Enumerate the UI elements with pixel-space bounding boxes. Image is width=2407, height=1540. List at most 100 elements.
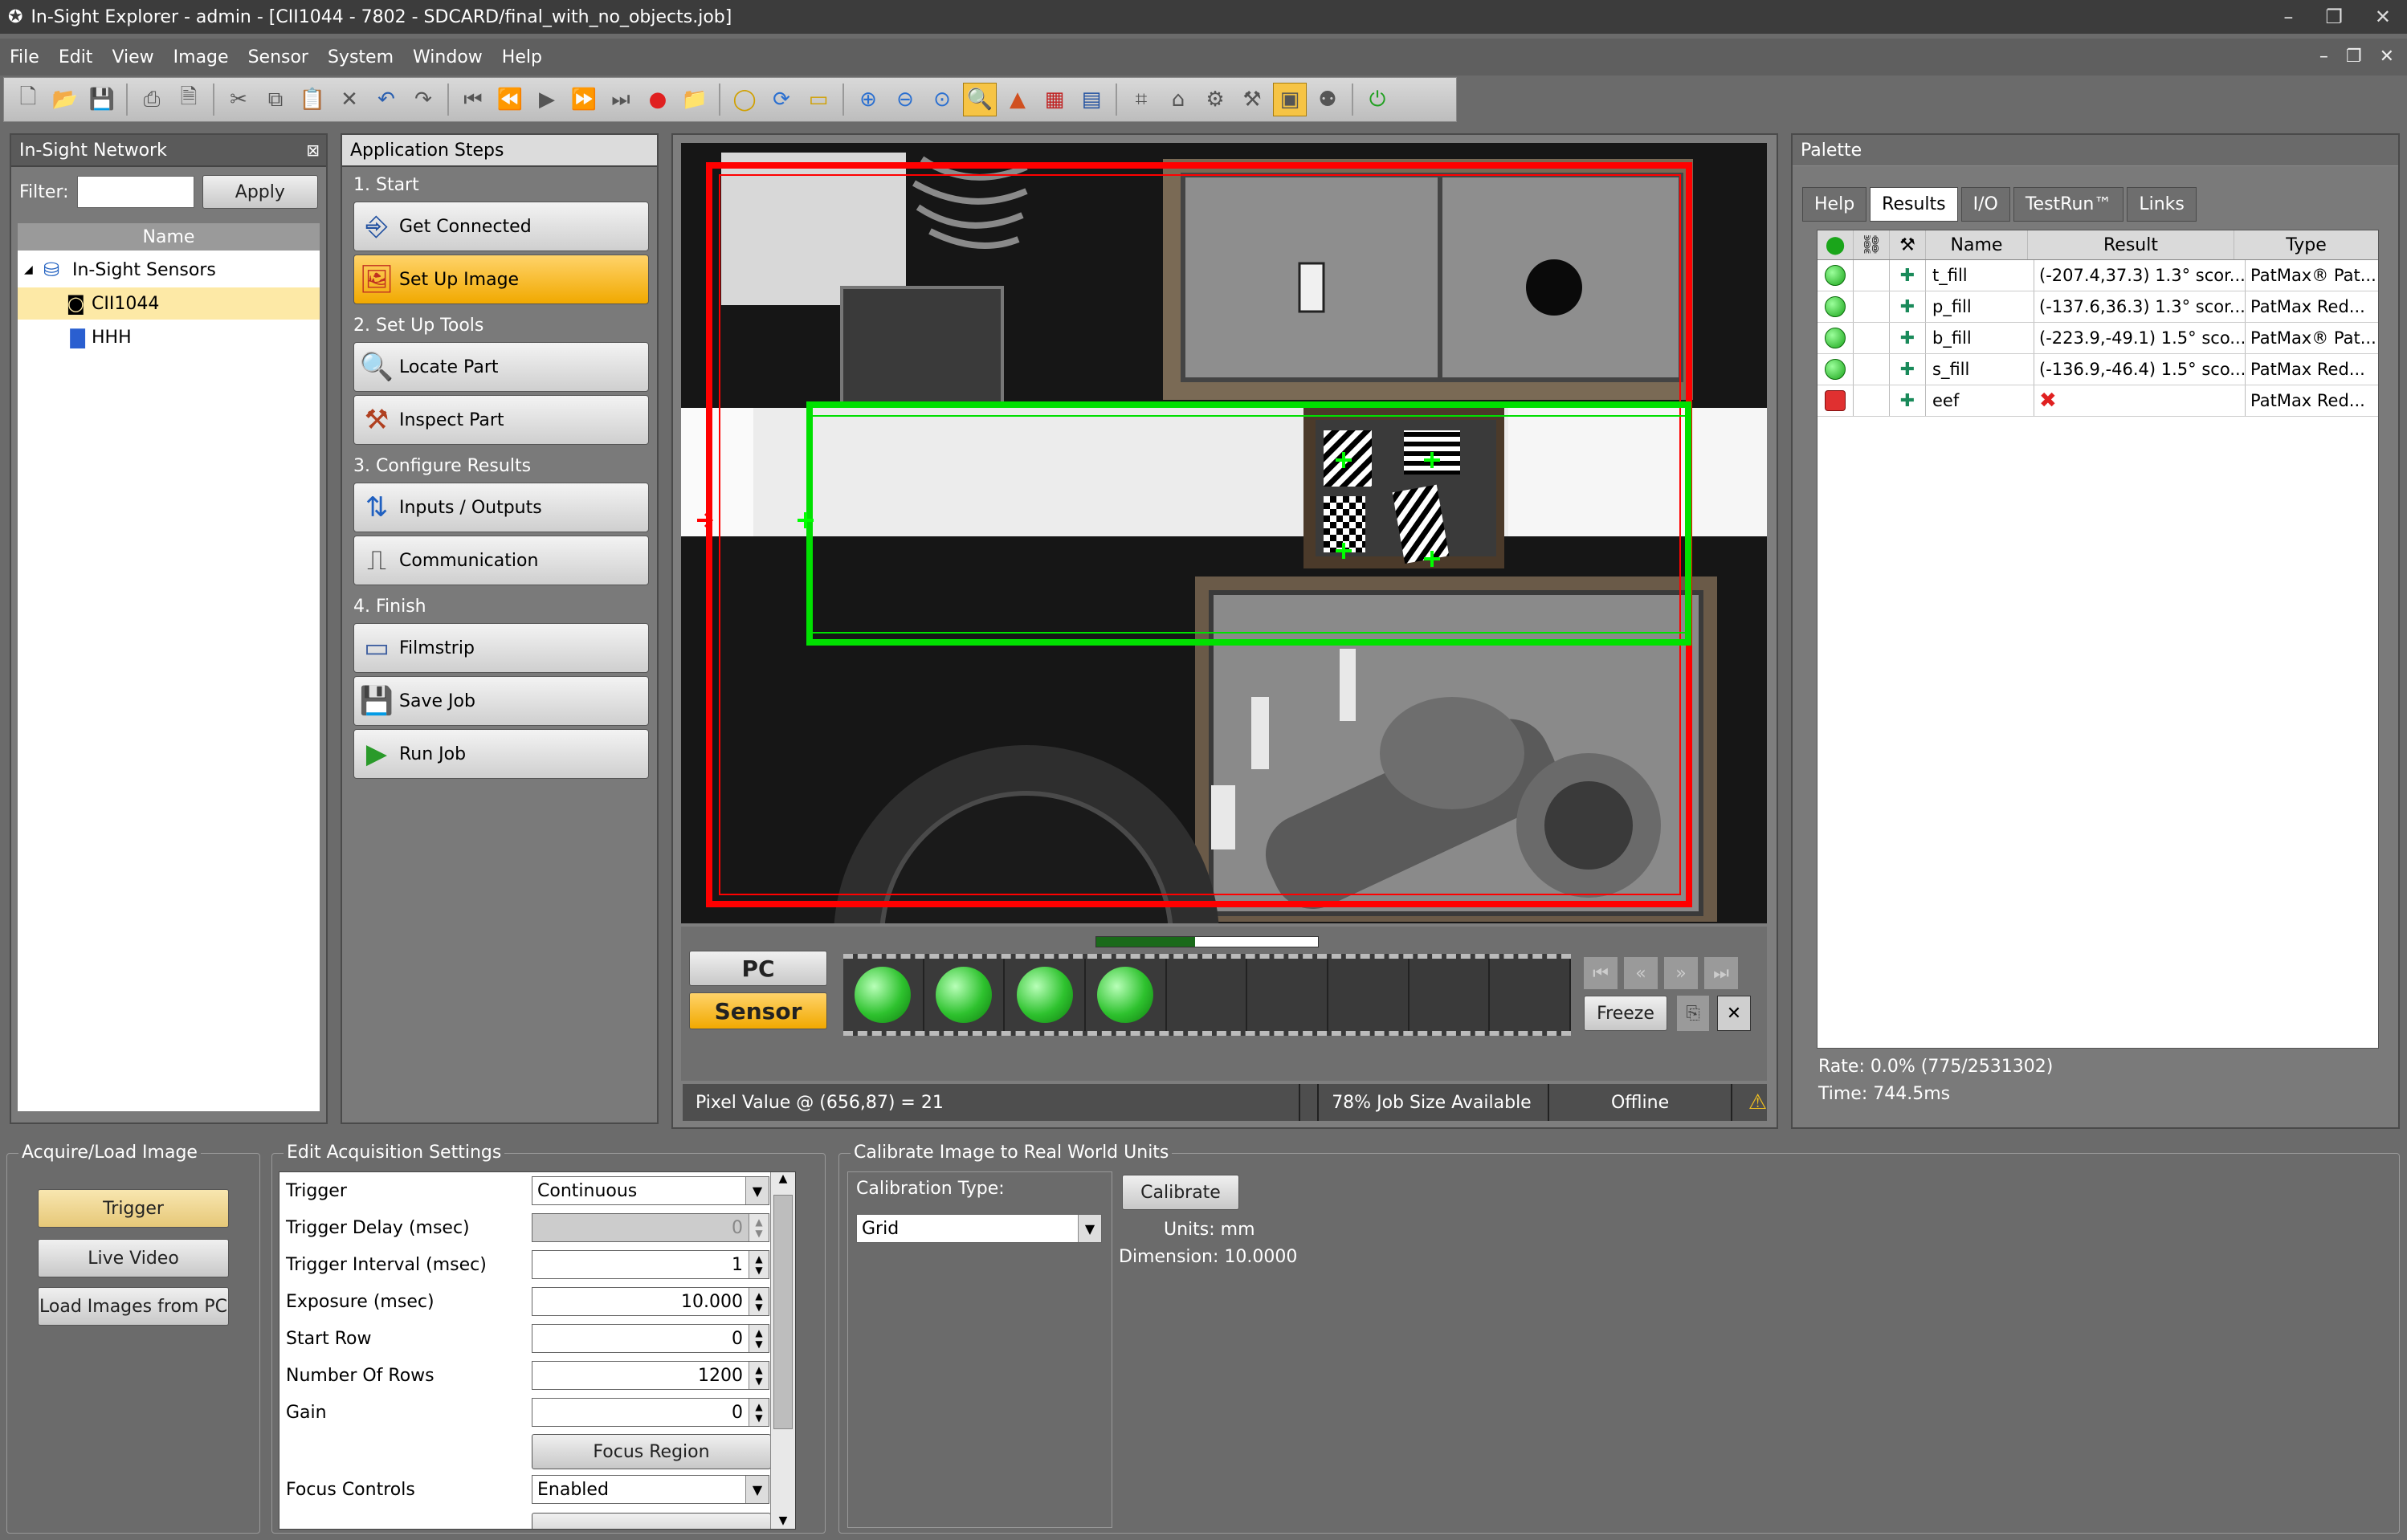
load-images-button[interactable]: Load Images from PC <box>38 1287 229 1326</box>
image-icon[interactable]: ▦ <box>1038 84 1071 116</box>
trigger-icon[interactable]: ◯ <box>728 84 761 116</box>
sensor-icon[interactable]: ⌂ <box>1162 84 1194 116</box>
tool-col-icon[interactable]: ⚒ <box>1890 230 1926 259</box>
mdi-close-icon[interactable]: ✕ <box>2380 47 2394 67</box>
online-icon[interactable]: ⏻ <box>1361 84 1393 116</box>
copy-icon[interactable]: ⧉ <box>259 84 292 116</box>
new-file-icon[interactable]: 🗋 <box>12 84 44 116</box>
filmstrip-frame[interactable] <box>1328 959 1410 1031</box>
autofocus-button[interactable] <box>532 1513 771 1529</box>
zoom-in-icon[interactable]: ⊕ <box>852 84 884 116</box>
film-next-icon[interactable]: » <box>1664 957 1698 989</box>
filmstrip-frame[interactable] <box>1247 959 1329 1031</box>
col-name[interactable]: Name <box>1926 230 2028 259</box>
focus-controls-select[interactable]: Enabled ▼ <box>532 1475 769 1504</box>
step-set-up-image[interactable]: 🖼 Set Up Image <box>353 255 649 304</box>
grid-icon[interactable]: ⌗ <box>1125 84 1157 116</box>
camera-icon[interactable]: ▭ <box>802 84 834 116</box>
step-inspect-part[interactable]: ⚒ Inspect Part <box>353 395 649 445</box>
tab-help[interactable]: Help <box>1802 187 1867 222</box>
minimize-icon[interactable]: – <box>2283 6 2293 28</box>
tree-root[interactable]: ◢ ⛁ In-Sight Sensors <box>18 254 320 286</box>
sensor-button[interactable]: Sensor <box>689 992 827 1029</box>
panel-close-icon[interactable]: ⊠ <box>306 141 320 160</box>
tab-io[interactable]: I/O <box>1960 187 2010 222</box>
results-row[interactable]: ✚ p_fill (-137.6,36.3) 1.3° scor... PatMax … <box>1817 291 2378 323</box>
tab-testrun[interactable]: TestRun™ <box>2013 187 2124 222</box>
dropdown-arrow-icon[interactable]: ▼ <box>745 1476 769 1503</box>
menu-file[interactable]: File <box>0 47 49 67</box>
dropdown-arrow-icon[interactable]: ▼ <box>745 1177 769 1204</box>
emulator-icon[interactable]: ⚉ <box>1312 84 1344 116</box>
mdi-minimize-icon[interactable]: – <box>2319 47 2328 67</box>
filmstrip-frame[interactable] <box>1410 959 1491 1031</box>
menu-image[interactable]: Image <box>164 47 239 67</box>
film-first-icon[interactable]: ⏮ <box>1584 957 1618 989</box>
gain-field[interactable]: 0 ▲ ▼ <box>532 1398 769 1427</box>
film-last-icon[interactable]: ⏭ <box>1704 957 1738 989</box>
filmstrip-frame[interactable] <box>924 959 1006 1031</box>
warning-icon[interactable]: ⚠ <box>1732 1090 1767 1114</box>
results-row[interactable]: ✚ t_fill (-207.4,37.3) 1.3° scor... PatMax®… <box>1817 260 2378 291</box>
menu-sensor[interactable]: Sensor <box>239 47 318 67</box>
spinner-icon[interactable]: ▲ ▼ <box>749 1362 769 1389</box>
play-icon[interactable]: ▶ <box>531 84 563 116</box>
calibration-type-select[interactable]: Grid ▼ <box>856 1214 1102 1243</box>
spinner-icon[interactable]: ▲ ▼ <box>749 1288 769 1315</box>
step-locate-part[interactable]: 🔍 Locate Part <box>353 342 649 392</box>
step-get-connected[interactable]: ⎆ Get Connected <box>353 202 649 251</box>
property-scrollbar[interactable]: ▲ ▼ <box>770 1172 795 1529</box>
spinner-icon[interactable]: ▲ ▼ <box>749 1325 769 1352</box>
filmstrip-frame[interactable] <box>1086 959 1167 1031</box>
live-icon[interactable]: ⟳ <box>765 84 798 116</box>
menu-edit[interactable]: Edit <box>49 47 103 67</box>
live-video-button[interactable]: Live Video <box>38 1239 229 1277</box>
menu-window[interactable]: Window <box>403 47 492 67</box>
calibrate-button[interactable]: Calibrate <box>1122 1175 1239 1210</box>
tools-icon[interactable]: ⚒ <box>1236 84 1268 116</box>
undo-icon[interactable]: ↶ <box>370 84 402 116</box>
dropdown-arrow-icon[interactable]: ▼ <box>1078 1215 1101 1242</box>
trigger-interval-field[interactable]: 1 ▲ ▼ <box>532 1250 769 1279</box>
step-save-job[interactable]: 💾 Save Job <box>353 676 649 726</box>
focus-region-button[interactable]: Focus Region <box>532 1434 771 1469</box>
filter-input[interactable] <box>76 176 194 208</box>
link-col-icon[interactable]: ⛓ <box>1854 230 1890 259</box>
film-prev-icon[interactable]: « <box>1624 957 1658 989</box>
record-icon[interactable]: ● <box>642 84 674 116</box>
save-icon[interactable]: 💾 <box>86 84 118 116</box>
tab-links[interactable]: Links <box>2127 187 2197 222</box>
open-folder-icon[interactable]: 📂 <box>49 84 81 116</box>
filmstrip-frame[interactable] <box>1167 959 1248 1031</box>
custom-view-icon[interactable]: ▣ <box>1273 83 1307 116</box>
results-row[interactable]: ✚ s_fill (-136.9,-46.4) 1.5° sco... PatMax … <box>1817 354 2378 385</box>
results-row[interactable]: ✚ b_fill (-223.9,-49.1) 1.5° sco... PatMax®… <box>1817 323 2378 354</box>
delete-icon[interactable]: ✕ <box>333 84 365 116</box>
overlay-icon[interactable]: ▲ <box>1002 84 1034 116</box>
tree-item-hhh[interactable]: ▇ HHH <box>18 321 320 353</box>
spinner-icon[interactable]: ▲ ▼ <box>749 1251 769 1278</box>
film-settings-icon[interactable]: ⎘ <box>1677 996 1709 1031</box>
restore-icon[interactable]: ❐ <box>2325 6 2343 28</box>
zoom-fill-icon[interactable]: 🔍 <box>963 83 997 116</box>
zoom-out-icon[interactable]: ⊖ <box>889 84 921 116</box>
freeze-button[interactable]: Freeze <box>1584 996 1667 1031</box>
redo-icon[interactable]: ↷ <box>407 84 439 116</box>
paste-icon[interactable]: 📋 <box>296 84 328 116</box>
camera-image[interactable] <box>681 143 1767 923</box>
trigger-select[interactable]: Continuous ▼ <box>532 1176 769 1205</box>
close-icon[interactable]: ✕ <box>2375 6 2391 28</box>
status-col-icon[interactable]: ⬤ <box>1817 230 1854 259</box>
trigger-button[interactable]: Trigger <box>38 1189 229 1228</box>
filmstrip-frame[interactable] <box>1490 959 1572 1031</box>
col-result[interactable]: Result <box>2028 230 2234 259</box>
filmstrip-frame[interactable] <box>843 959 924 1031</box>
menu-view[interactable]: View <box>102 47 163 67</box>
start-row-field[interactable]: 0 ▲ ▼ <box>532 1324 769 1353</box>
settings-icon[interactable]: ⚙ <box>1199 84 1231 116</box>
step-filmstrip[interactable]: ▭ Filmstrip <box>353 623 649 673</box>
expand-icon[interactable]: ◢ <box>18 263 43 276</box>
exposure-field[interactable]: 10.000 ▲ ▼ <box>532 1287 769 1316</box>
menu-system[interactable]: System <box>318 47 403 67</box>
filmstrip-frame[interactable] <box>1005 959 1087 1031</box>
